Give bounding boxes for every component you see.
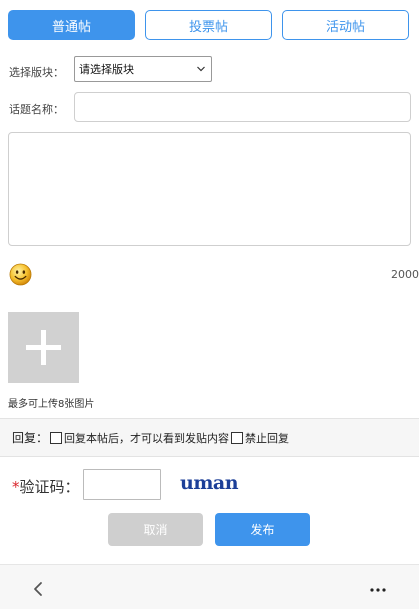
topic-label: 话题名称： <box>9 103 64 116</box>
cancel-button[interactable]: 取消 <box>108 513 203 546</box>
smiley-icon[interactable] <box>9 263 32 286</box>
disable-reply-label: 禁止回复 <box>245 431 290 445</box>
reply-to-view-label: 回复本帖后，才可以看到发贴内容 <box>64 431 230 445</box>
add-image-button[interactable] <box>8 312 79 383</box>
reply-to-view-checkbox[interactable] <box>50 431 63 444</box>
char-counter: 2000 <box>391 268 419 281</box>
captcha-label: 验证码： <box>19 478 80 496</box>
section-select[interactable]: 请选择版块 <box>74 56 212 82</box>
captcha-image[interactable]: uman <box>180 472 239 494</box>
topic-input[interactable] <box>74 92 411 122</box>
captcha-label-row: *验证码： <box>12 476 80 497</box>
disable-reply-checkbox[interactable] <box>231 431 244 444</box>
plus-icon-stroke <box>41 330 46 365</box>
reply-label: 回复： <box>12 431 49 445</box>
tab-normal-post[interactable]: 普通帖 <box>8 10 135 40</box>
publish-button[interactable]: 发布 <box>215 513 310 546</box>
tab-vote-post[interactable]: 投票帖 <box>145 10 272 40</box>
reply-options: 回复： 回复本帖后，才可以看到发贴内容 禁止回复 <box>0 418 419 457</box>
chevron-down-icon <box>197 66 205 72</box>
upload-hint: 最多可上传8张图片 <box>8 399 95 410</box>
section-select-value: 请选择版块 <box>79 63 134 76</box>
captcha-input[interactable] <box>83 469 161 500</box>
bottom-nav-bar <box>0 564 419 609</box>
tab-event-post[interactable]: 活动帖 <box>282 10 409 40</box>
required-mark: * <box>12 478 20 496</box>
chevron-left-icon[interactable] <box>31 581 45 597</box>
content-textarea[interactable] <box>8 132 411 246</box>
section-label: 选择版块： <box>9 66 64 79</box>
more-dots-icon[interactable] <box>370 588 386 592</box>
